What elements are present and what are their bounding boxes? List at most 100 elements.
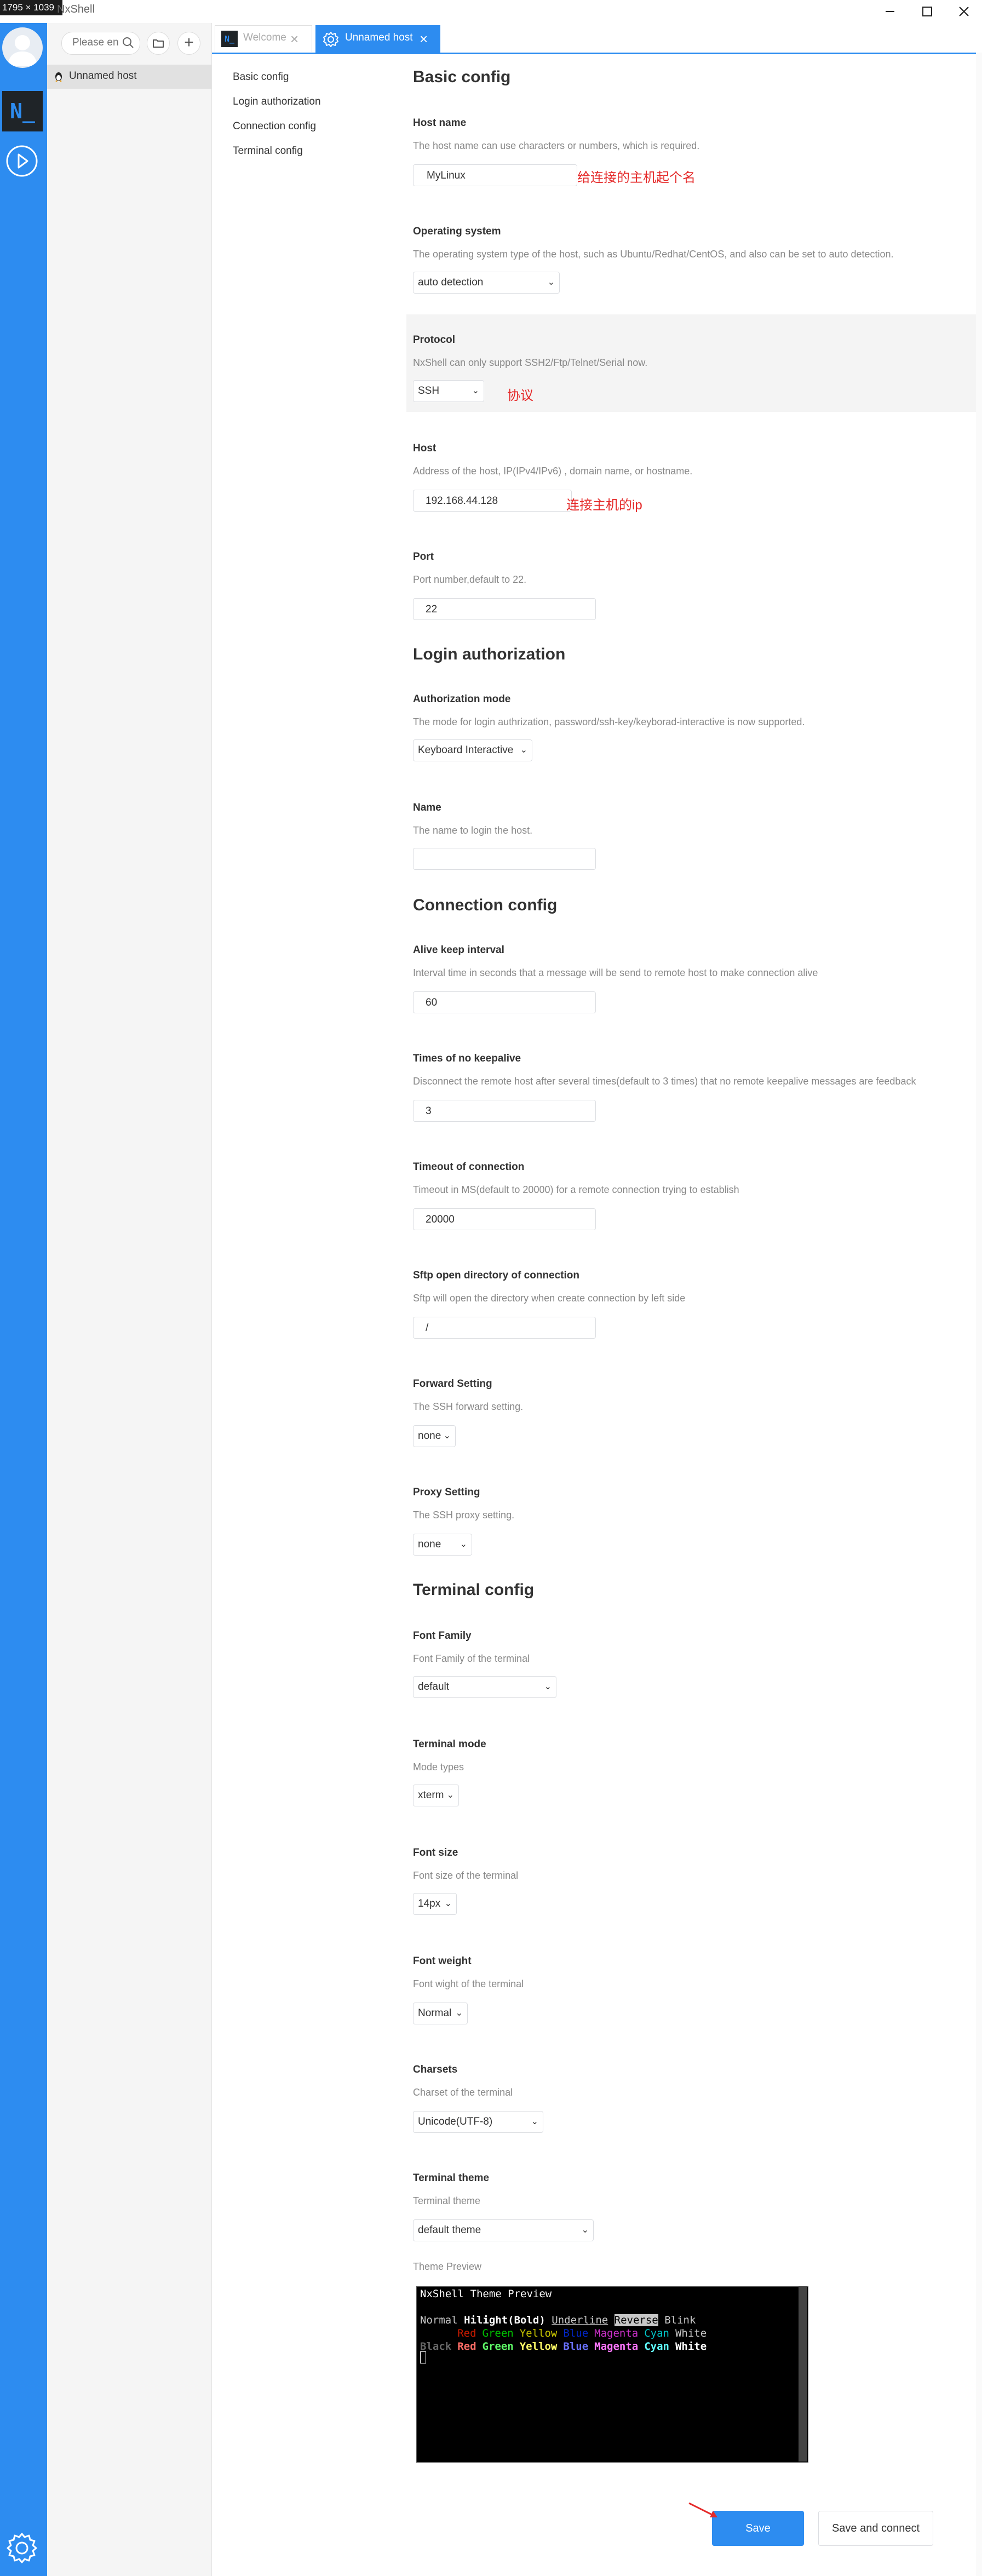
nav-basic-config[interactable]: Basic config [233, 71, 289, 83]
chevron-down-icon: ⌄ [547, 278, 555, 287]
annotation-arrow-icon [688, 2502, 717, 2517]
search-icon[interactable] [122, 36, 135, 49]
charsets-title: Charsets [413, 2064, 458, 2075]
chevron-down-icon: ⌄ [531, 2117, 538, 2126]
os-desc: The operating system type of the host, s… [413, 249, 894, 260]
add-folder-button[interactable] [147, 32, 170, 55]
sftp-dir-desc: Sftp will open the directory when create… [413, 1293, 686, 1304]
alive-interval-input[interactable]: 60 [413, 991, 596, 1013]
port-desc: Port number,default to 22. [413, 574, 527, 585]
gear-icon[interactable] [4, 2531, 39, 2566]
alive-interval-title: Alive keep interval [413, 944, 504, 956]
plus-icon: + [184, 33, 194, 51]
terminal-theme-title: Terminal theme [413, 2172, 490, 2184]
proxy-select[interactable]: none ⌄ [413, 1534, 472, 1556]
preview-blink: Blink [664, 2314, 696, 2326]
section-terminal-config: Terminal config [413, 1581, 535, 1599]
section-basic-config: Basic config [413, 68, 511, 86]
font-size-desc: Font size of the terminal [413, 1870, 519, 1881]
auth-mode-title: Authorization mode [413, 693, 511, 705]
protocol-title: Protocol [413, 334, 456, 346]
preview-bright-color-blue: Blue [563, 2340, 589, 2353]
no-keepalive-input[interactable]: 3 [413, 1100, 596, 1122]
save-button[interactable]: Save [712, 2511, 804, 2546]
forward-desc: The SSH forward setting. [413, 1401, 524, 1412]
chevron-down-icon: ⌄ [472, 386, 479, 395]
tab-unnamed-host-label: Unnamed host [345, 32, 413, 43]
forward-select-value: none [418, 1430, 441, 1442]
preview-normal-color-red: Red [457, 2327, 476, 2339]
host-list-item-label: Unnamed host [69, 70, 137, 82]
tab-close-icon[interactable]: × [290, 31, 298, 48]
login-name-input[interactable] [413, 848, 596, 870]
port-input[interactable]: 22 [413, 598, 596, 620]
close-window-button[interactable] [946, 0, 982, 23]
preview-scrollbar[interactable] [799, 2286, 807, 2462]
linux-icon [55, 72, 62, 82]
preview-bright-color-yellow: Yellow [519, 2340, 558, 2353]
sftp-dir-title: Sftp open directory of connection [413, 1270, 580, 1281]
chevron-down-icon: ⌄ [446, 1791, 454, 1800]
nav-connection-config[interactable]: Connection config [233, 121, 316, 133]
app-title: NxShell [57, 3, 95, 15]
host-name-title: Host name [413, 117, 467, 129]
tab-close-icon[interactable]: × [420, 31, 428, 48]
preview-normal-color-cyan: Cyan [644, 2327, 669, 2339]
charsets-desc: Charset of the terminal [413, 2087, 513, 2098]
host-name-input[interactable]: MyLinux [413, 164, 577, 186]
preview-bright-color-green: Green [482, 2340, 514, 2353]
auth-mode-select[interactable]: Keyboard Interactive ⌄ [413, 739, 532, 761]
terminal-mode-title: Terminal mode [413, 1739, 486, 1750]
preview-bright-color-magenta: Magenta [594, 2340, 639, 2353]
protocol-select[interactable]: SSH ⌄ [413, 380, 484, 402]
preview-normal-color-blue: Blue [563, 2327, 589, 2339]
avatar[interactable] [2, 27, 43, 68]
host-annotation: 连接主机的ip [566, 498, 642, 513]
play-icon[interactable] [5, 145, 38, 177]
charsets-select[interactable]: Unicode(UTF-8) ⌄ [413, 2111, 543, 2133]
tab-welcome-label: Welcome [243, 32, 286, 43]
search-input[interactable] [72, 33, 122, 53]
proxy-select-value: none [418, 1539, 441, 1550]
proxy-desc: The SSH proxy setting. [413, 1510, 515, 1521]
font-family-select[interactable]: default ⌄ [413, 1676, 556, 1698]
forward-title: Forward Setting [413, 1378, 492, 1390]
port-title: Port [413, 551, 434, 563]
sftp-dir-input[interactable]: / [413, 1317, 596, 1339]
preview-bright-color-red: Red [457, 2340, 476, 2353]
nxshell-logo-icon[interactable]: N_ [2, 91, 43, 131]
gear-tab-icon [323, 32, 338, 47]
os-select[interactable]: auto detection ⌄ [413, 272, 560, 294]
font-size-title: Font size [413, 1847, 458, 1858]
nav-login-authorization[interactable]: Login authorization [233, 96, 321, 108]
preview-normal-color-magenta: Magenta [594, 2327, 639, 2339]
terminal-mode-desc: Mode types [413, 1762, 464, 1772]
forward-select[interactable]: none ⌄ [413, 1425, 456, 1447]
protocol-desc: NxShell can only support SSH2/Ftp/Telnet… [413, 357, 648, 368]
add-host-button[interactable]: + [177, 32, 200, 55]
font-weight-select[interactable]: Normal ⌄ [413, 2003, 468, 2024]
page-scrollbar[interactable] [976, 53, 982, 2576]
user-icon [8, 35, 37, 66]
chevron-down-icon: ⌄ [443, 1431, 451, 1441]
timeout-input[interactable]: 20000 [413, 1208, 596, 1230]
font-size-select[interactable]: 14px ⌄ [413, 1893, 457, 1915]
font-size-select-value: 14px [418, 1898, 441, 1909]
preview-bright-color-black: Black [420, 2340, 452, 2353]
terminal-theme-select[interactable]: default theme ⌄ [413, 2219, 594, 2241]
terminal-mode-select-value: xterm [418, 1789, 444, 1801]
host-name-desc: The host name can use characters or numb… [413, 140, 700, 151]
maximize-icon [922, 7, 932, 16]
preview-reverse: Reverse [614, 2314, 658, 2326]
minimize-button[interactable] [872, 0, 908, 23]
maximize-button[interactable] [909, 0, 945, 23]
nav-terminal-config[interactable]: Terminal config [233, 145, 303, 157]
font-weight-desc: Font wight of the terminal [413, 1978, 524, 1989]
charsets-select-value: Unicode(UTF-8) [418, 2116, 493, 2127]
chevron-down-icon: ⌄ [581, 2225, 589, 2235]
chevron-down-icon: ⌄ [444, 1899, 452, 1908]
host-list-panel [47, 23, 212, 2576]
save-and-connect-button[interactable]: Save and connect [818, 2511, 933, 2546]
terminal-mode-select[interactable]: xterm ⌄ [413, 1785, 459, 1806]
host-input[interactable]: 192.168.44.128 [413, 490, 572, 512]
